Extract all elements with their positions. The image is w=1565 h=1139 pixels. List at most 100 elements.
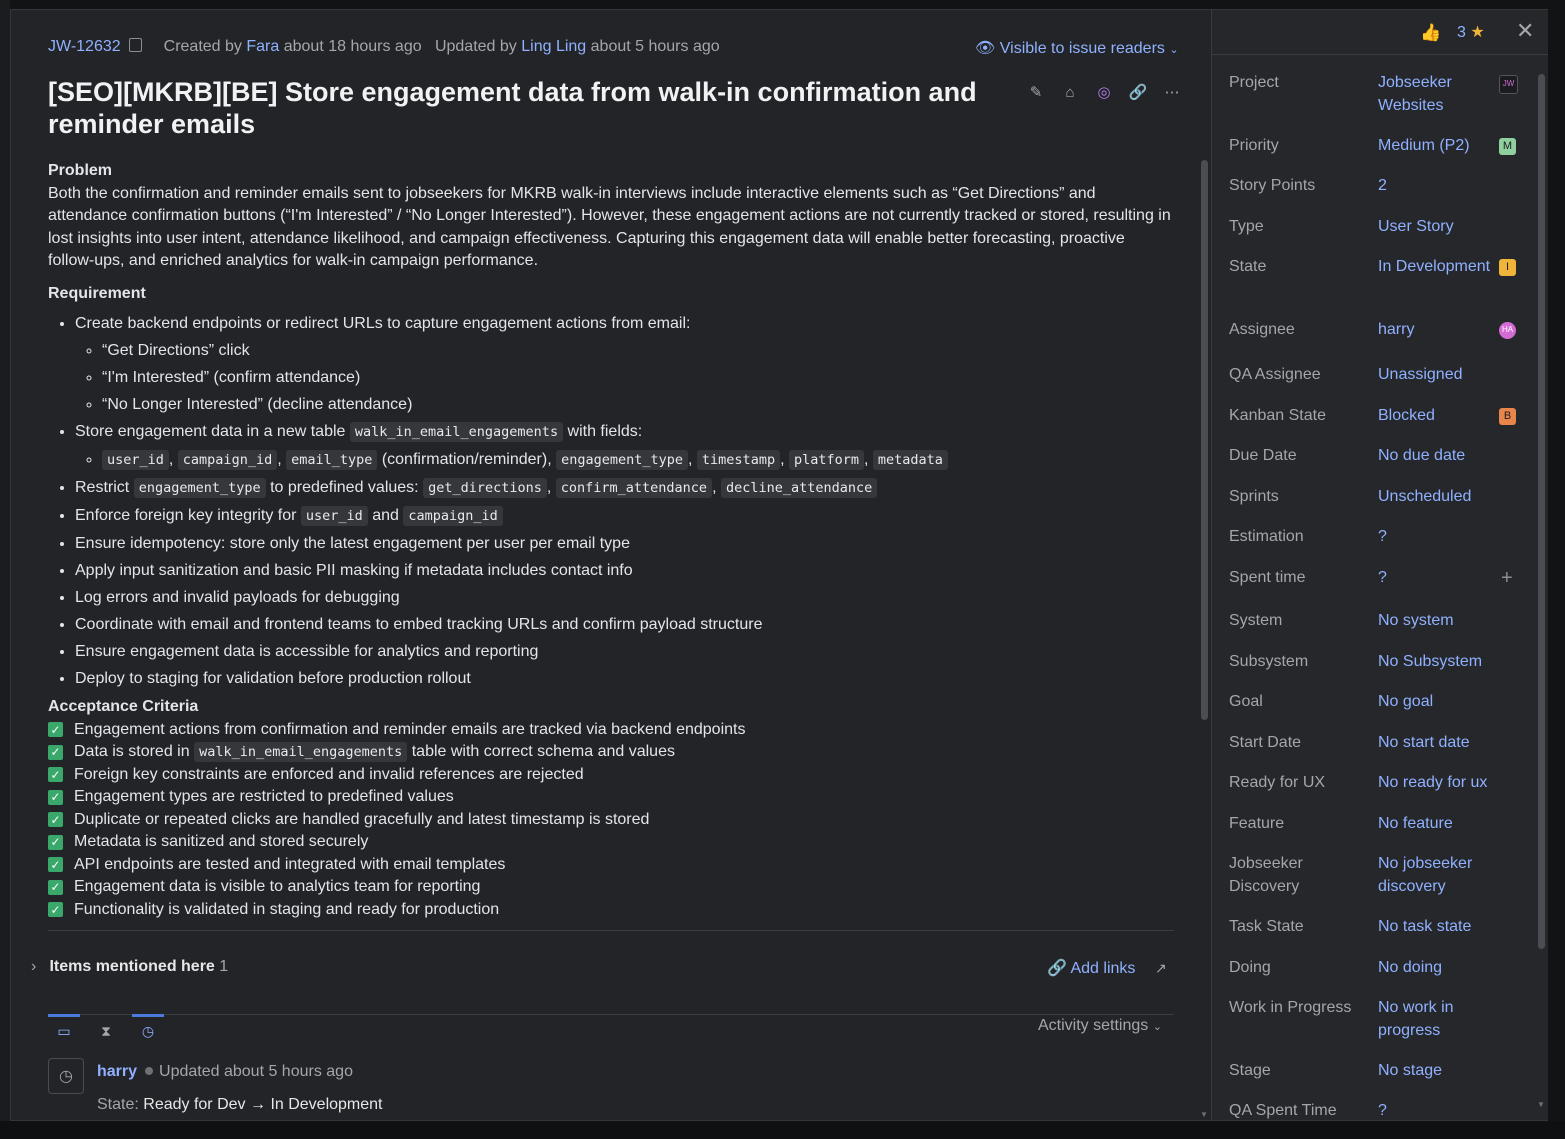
field-value[interactable]: ?: [1378, 526, 1496, 549]
title-actions: ✎ ⌂ ◎ 🔗 ⋯: [1026, 82, 1182, 102]
scroll-down-arrow-icon[interactable]: ▼: [1200, 1110, 1208, 1119]
checkbox-checked-icon[interactable]: ✓: [48, 834, 63, 850]
list-item: Coordinate with email and frontend teams…: [75, 611, 1173, 638]
main-scrollbar[interactable]: [1201, 160, 1208, 720]
field-value[interactable]: Blocked: [1378, 405, 1496, 428]
checklist-item: ✓ Engagement actions from confirmation an…: [48, 719, 1173, 742]
votes-count: 3: [1457, 24, 1466, 41]
code-span: campaign_id: [177, 450, 278, 470]
field-value[interactable]: User Story: [1378, 216, 1496, 239]
checklist-text: Engagement types are restricted to prede…: [74, 788, 454, 805]
list-item: Deploy to staging for validation before …: [75, 665, 1173, 692]
field-value[interactable]: Unscheduled: [1378, 486, 1496, 509]
close-icon[interactable]: ✕: [1516, 18, 1534, 44]
activity-tabs-divider: [48, 1014, 1174, 1015]
requirement-text: with fields:: [567, 423, 643, 440]
field-value[interactable]: No Subsystem: [1378, 651, 1496, 674]
created-by-user[interactable]: Fara: [246, 38, 279, 55]
issue-title[interactable]: [SEO][MKRB][BE] Store engagement data fr…: [48, 76, 1008, 140]
star-icon: ★: [1470, 24, 1485, 41]
sidebar-scrollbar[interactable]: [1538, 74, 1545, 949]
requirement-list: Create backend endpoints or redirect URL…: [48, 310, 1173, 692]
field-label: Feature: [1229, 815, 1285, 832]
checkbox-checked-icon[interactable]: ✓: [48, 789, 63, 805]
checkbox-checked-icon[interactable]: ✓: [48, 879, 63, 895]
code-span: get_directions: [423, 478, 547, 498]
field-value[interactable]: No ready for ux: [1378, 772, 1496, 795]
add-links-button[interactable]: 🔗 Add links: [1047, 958, 1135, 978]
requirement-text: Restrict: [75, 479, 130, 496]
tab-comments[interactable]: ▭: [48, 1014, 80, 1045]
field-value[interactable]: No work in progress: [1378, 997, 1496, 1042]
field-value[interactable]: No stage: [1378, 1060, 1496, 1083]
items-mentioned-toggle[interactable]: › Items mentioned here 1: [31, 958, 228, 976]
add-spent-time-icon[interactable]: +: [1501, 567, 1513, 590]
scroll-down-arrow-icon[interactable]: ▼: [1537, 1100, 1545, 1109]
field-label: Assignee: [1229, 321, 1295, 338]
checklist-text: Foreign key constraints are enforced and…: [74, 765, 584, 783]
list-item: “No Longer Interested” (decline attendan…: [102, 391, 1173, 418]
link-icon[interactable]: 🔗: [1128, 82, 1148, 102]
activity-new-value: In Development: [270, 1096, 383, 1113]
field-value[interactable]: Jobseeker Websites: [1378, 72, 1496, 117]
activity-author[interactable]: harry: [97, 1063, 137, 1080]
issue-id-link[interactable]: JW-12632: [48, 38, 121, 55]
field-value[interactable]: No start date: [1378, 732, 1496, 755]
separator-dot: [145, 1067, 154, 1075]
activity-settings-dropdown[interactable]: Activity settings ⌄: [1038, 1017, 1162, 1035]
sidebar-toolbar: 👍 3 ★ ✕: [1212, 10, 1548, 55]
field-value[interactable]: Medium (P2): [1378, 135, 1496, 158]
field-value[interactable]: 2: [1378, 175, 1496, 198]
more-options-icon[interactable]: ⋯: [1162, 82, 1182, 102]
background-page-edge: [0, 0, 10, 1139]
field-label: System: [1229, 612, 1283, 629]
background-page-bottom: [0, 1121, 1565, 1139]
checkbox-checked-icon[interactable]: ✓: [48, 812, 63, 828]
field-value[interactable]: No task state: [1378, 916, 1496, 939]
checkbox-checked-icon[interactable]: ✓: [48, 902, 63, 918]
activity-old-value: Ready for Dev: [143, 1096, 246, 1113]
code-span: confirm_attendance: [555, 478, 713, 498]
field-value[interactable]: No due date: [1378, 445, 1496, 468]
field-value[interactable]: harry: [1378, 319, 1496, 342]
field-value[interactable]: ?: [1378, 1100, 1496, 1120]
ai-assistant-icon[interactable]: ◎: [1094, 82, 1114, 102]
field-label: Jobseeker Discovery: [1229, 855, 1303, 895]
checklist-text: Duplicate or repeated clicks are handled…: [74, 810, 650, 828]
arrow-right-icon: →: [249, 1096, 266, 1113]
votes-counter[interactable]: 3 ★: [1457, 22, 1485, 42]
field-value[interactable]: No feature: [1378, 813, 1496, 836]
field-value[interactable]: No jobseeker discovery: [1378, 853, 1496, 898]
checkbox-checked-icon[interactable]: ✓: [48, 722, 63, 738]
checkbox-checked-icon[interactable]: ✓: [48, 857, 63, 873]
issue-sidebar: 👍 3 ★ ✕ Project Jobseeker Websites JW Prior…: [1211, 10, 1548, 1120]
checklist-item: ✓ Duplicate or repeated clicks are handle…: [48, 809, 1173, 832]
tag-icon[interactable]: ⌂: [1060, 82, 1080, 102]
items-mentioned-label: Items mentioned here: [49, 958, 215, 975]
field-label: Goal: [1229, 693, 1263, 710]
requirement-text: (confirmation/reminder),: [381, 451, 552, 468]
field-value[interactable]: No doing: [1378, 957, 1496, 980]
thumbs-up-icon[interactable]: 👍: [1420, 23, 1441, 43]
field-value[interactable]: No goal: [1378, 691, 1496, 714]
tab-history[interactable]: ◷: [132, 1014, 164, 1045]
checkbox-checked-icon[interactable]: ✓: [48, 744, 63, 760]
edit-pencil-icon[interactable]: ✎: [1026, 82, 1046, 102]
updated-by-user[interactable]: Ling Ling: [521, 38, 586, 55]
field-value[interactable]: Unassigned: [1378, 364, 1496, 387]
external-link-icon[interactable]: ↗: [1155, 960, 1167, 977]
copy-icon[interactable]: [128, 38, 142, 52]
requirement-text: Create backend endpoints or redirect URL…: [75, 315, 691, 332]
code-span: engagement_type: [556, 450, 689, 470]
field-label: Story Points: [1229, 177, 1316, 194]
tab-work-items[interactable]: ⧗: [90, 1014, 122, 1045]
checklist-item: ✓ Data is stored in walk_in_email_engagem…: [48, 741, 1173, 764]
checkbox-checked-icon[interactable]: ✓: [48, 767, 63, 783]
checklist-item: ✓ API endpoints are tested and integrated…: [48, 854, 1173, 877]
field-label: Stage: [1229, 1062, 1271, 1079]
field-value[interactable]: ?: [1378, 567, 1496, 590]
code-span: platform: [788, 450, 864, 470]
visibility-dropdown[interactable]: 👁 Visible to issue readers ⌄: [975, 38, 1179, 58]
field-value[interactable]: No system: [1378, 610, 1496, 633]
field-value[interactable]: In Development: [1378, 256, 1496, 279]
